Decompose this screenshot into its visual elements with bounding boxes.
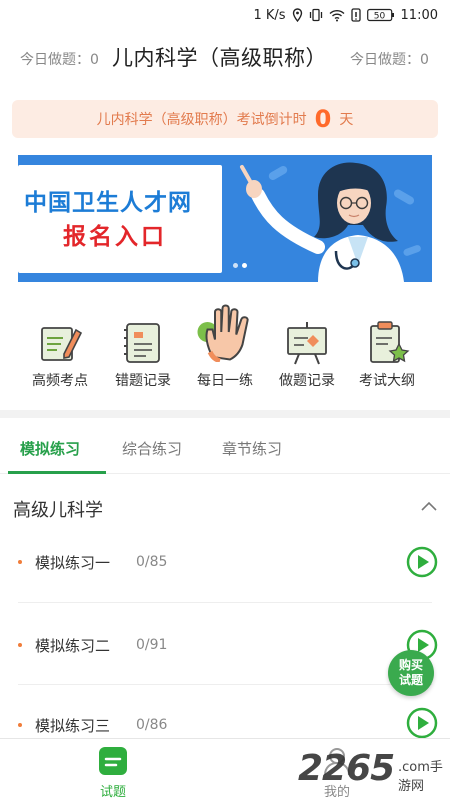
today-count-left: 今日做题：0	[20, 52, 99, 68]
quick-nav-wrong-answers[interactable]: 错题记录	[98, 300, 188, 395]
row-separator	[18, 602, 432, 603]
quick-nav: 高频考点 错题记录 每日一练 做题记录 考试大纲	[0, 300, 450, 395]
alert-icon	[350, 8, 361, 22]
countdown-days: 0	[314, 105, 332, 133]
list-item[interactable]: 模拟练习一 0/85	[0, 530, 450, 610]
exercise-progress: 0/85	[136, 554, 168, 570]
tab-indicator	[8, 471, 106, 474]
bottom-nav-label: 试题	[99, 785, 126, 800]
today-count-right: 今日做题：0	[350, 52, 429, 68]
exercise-progress: 0/86	[136, 717, 168, 733]
buy-label-line1: 购买	[398, 658, 423, 672]
presentation-board-icon	[287, 322, 327, 365]
battery-icon: 50	[366, 8, 395, 22]
quick-nav-label: 做题记录	[279, 373, 335, 389]
exercise-title: 模拟练习三	[35, 717, 111, 735]
quick-nav-practice-history[interactable]: 做题记录	[262, 300, 352, 395]
watermark-logo-number: 2265	[298, 748, 395, 789]
row-separator	[18, 684, 432, 685]
bottom-nav-questions[interactable]: 试题	[58, 739, 168, 800]
bullet-dot	[18, 643, 22, 647]
location-icon	[292, 8, 303, 22]
buy-questions-button[interactable]: 购买 试题	[388, 650, 434, 696]
quick-nav-syllabus[interactable]: 考试大纲	[342, 300, 432, 395]
quick-nav-high-frequency[interactable]: 高频考点	[15, 300, 105, 395]
banner-pager	[233, 263, 247, 268]
quick-nav-label: 错题记录	[115, 373, 171, 389]
exercise-progress: 0/91	[136, 637, 168, 653]
exercise-title: 模拟练习一	[35, 554, 111, 572]
notebook-icon	[124, 323, 160, 363]
section-divider	[0, 410, 450, 418]
site-watermark: 2265 .com手游网	[298, 748, 450, 794]
tab-comprehensive-practice[interactable]: 综合练习	[122, 438, 182, 459]
clock: 11:00	[400, 7, 438, 23]
play-icon[interactable]	[405, 706, 439, 740]
tab-mock-practice[interactable]: 模拟练习	[20, 438, 80, 459]
vibrate-icon	[309, 8, 323, 22]
banner-headline: 中国卫生人才网	[24, 190, 192, 216]
countdown-suffix: 天	[339, 112, 354, 128]
wifi-icon	[329, 9, 345, 22]
tab-chapter-practice[interactable]: 章节练习	[222, 438, 282, 459]
bullet-dot	[18, 723, 22, 727]
buy-label-line2: 试题	[398, 673, 423, 687]
banner-subheadline: 报名入口	[63, 224, 167, 250]
clipboard-star-icon	[370, 321, 410, 363]
section-title[interactable]: 高级儿科学	[13, 496, 103, 522]
quick-nav-label: 每日一练	[197, 373, 253, 389]
status-bar: 1 K/s 50 11:00	[0, 0, 450, 30]
chevron-up-icon[interactable]	[420, 500, 438, 512]
pen-paper-icon	[41, 327, 83, 361]
document-icon	[99, 747, 127, 775]
quick-nav-daily-practice[interactable]: 每日一练	[180, 300, 270, 395]
play-icon[interactable]	[405, 545, 439, 579]
network-speed: 1 K/s	[253, 7, 286, 23]
exercise-title: 模拟练习二	[35, 637, 111, 655]
countdown-prefix: 儿内科学（高级职称）考试倒计时	[96, 112, 307, 128]
hand-icon	[197, 304, 249, 362]
promo-banner[interactable]: 中国卫生人才网 报名入口	[18, 155, 432, 282]
exam-countdown-banner: 儿内科学（高级职称）考试倒计时 0 天	[12, 100, 438, 138]
list-item[interactable]: 模拟练习二 0/91	[0, 610, 450, 690]
subject-title[interactable]: 儿内科学（高级职称）	[112, 42, 327, 72]
quick-nav-label: 高频考点	[32, 373, 88, 389]
quick-nav-label: 考试大纲	[359, 373, 415, 389]
battery-level: 50	[373, 12, 385, 22]
watermark-logo-text: .com手游网	[398, 760, 443, 794]
header: 今日做题：0 儿内科学（高级职称） 今日做题：0	[0, 40, 450, 76]
bullet-dot	[18, 560, 22, 564]
practice-tabs: 模拟练习 综合练习 章节练习	[0, 420, 450, 474]
